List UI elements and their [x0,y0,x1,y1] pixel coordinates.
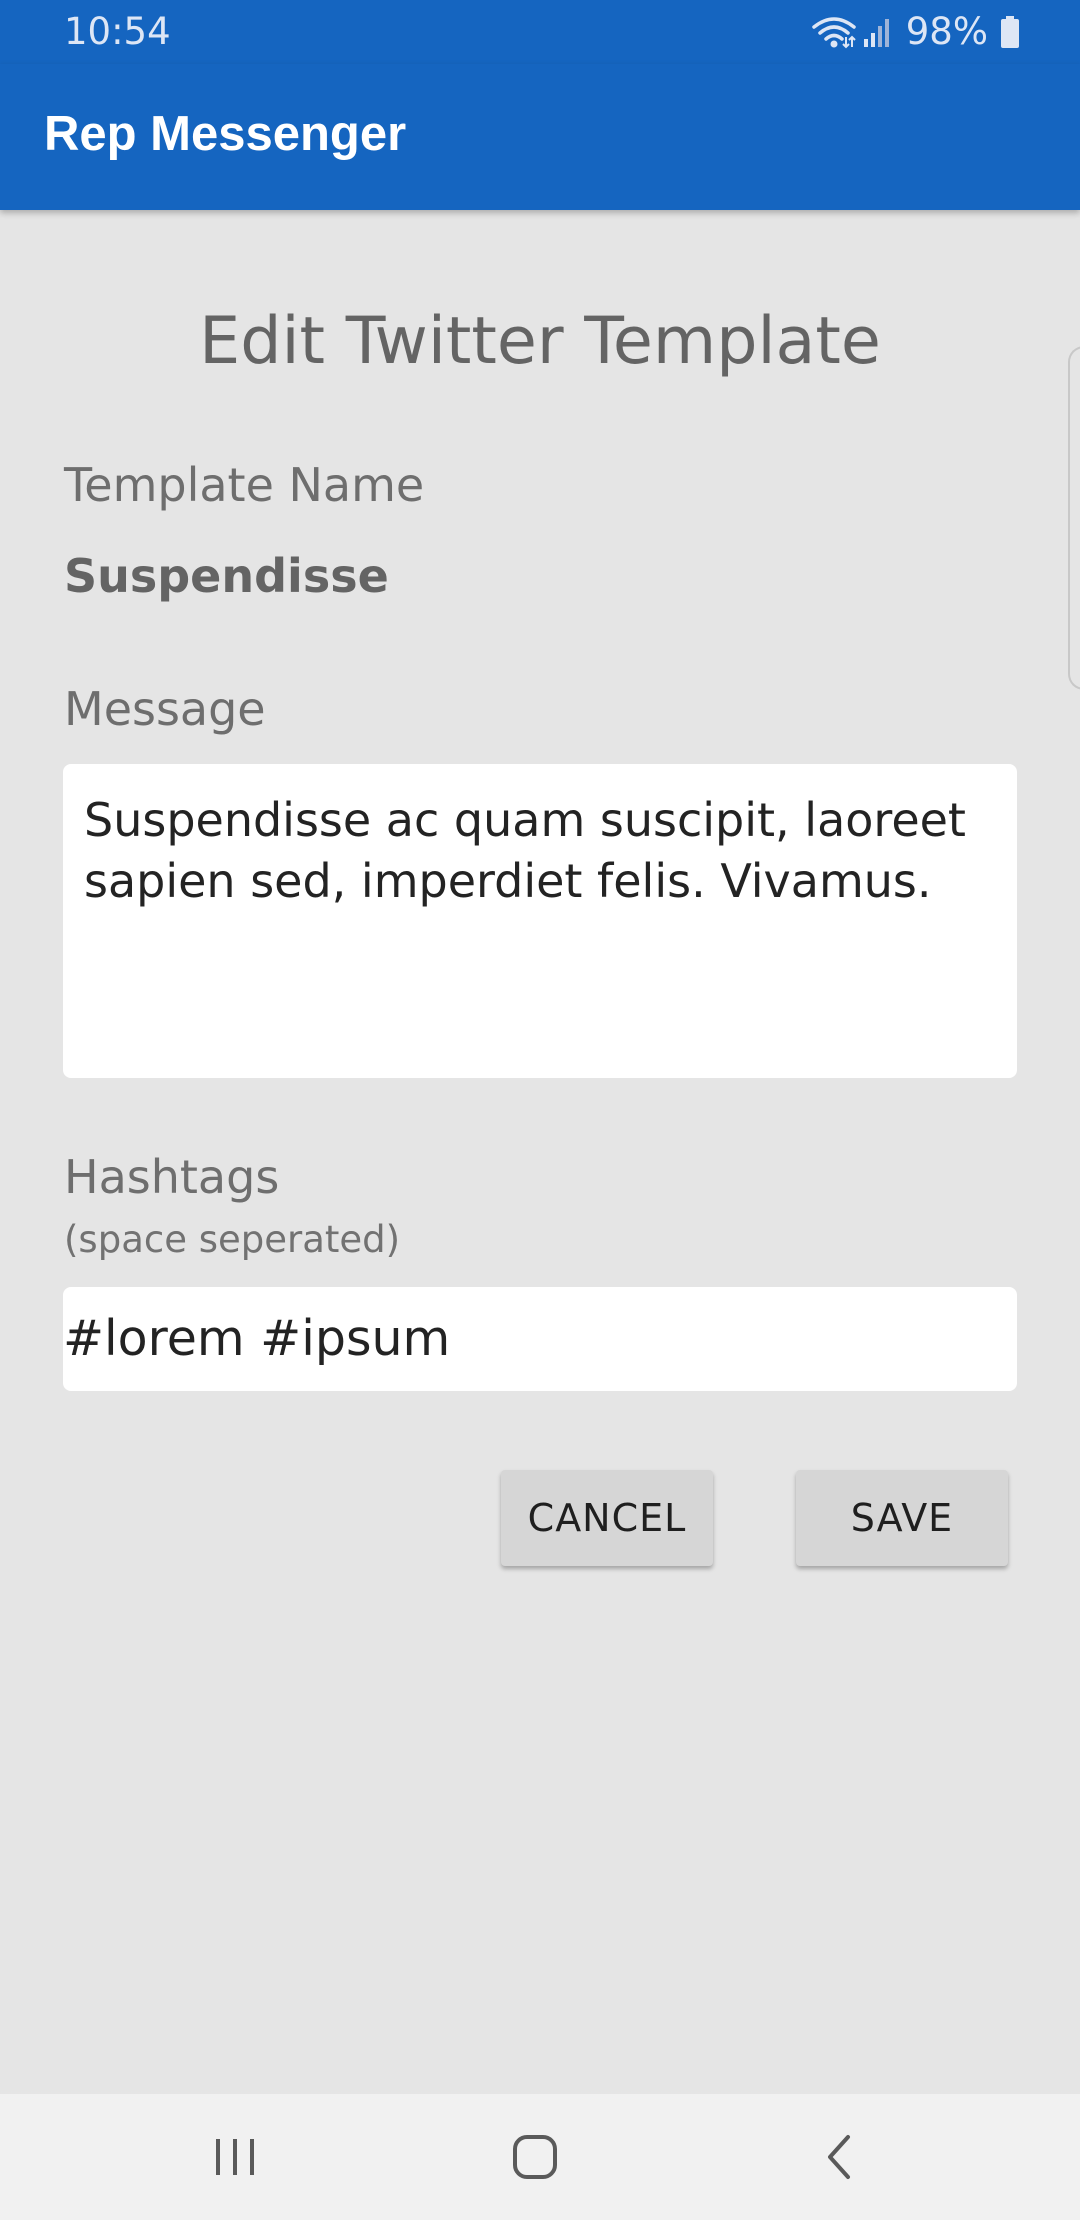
edge-panel-handle[interactable] [1068,346,1080,690]
message-label: Message [64,682,266,736]
hashtags-label: Hashtags [64,1150,280,1204]
status-icons: 98% [812,10,1020,54]
home-icon[interactable] [470,2094,600,2220]
wifi-icon [812,15,856,49]
hashtags-hint: (space seperated) [64,1218,401,1261]
page-title: Edit Twitter Template [199,304,881,379]
battery-icon [1000,15,1020,49]
template-name-value: Suspendisse [64,549,389,603]
status-time: 10:54 [64,10,171,53]
back-icon[interactable] [774,2094,904,2220]
app-title: Rep Messenger [44,107,407,161]
cancel-button[interactable]: CANCEL [501,1470,713,1566]
signal-icon [862,15,894,49]
cancel-button-label: CANCEL [527,1496,687,1540]
status-bar: 10:54 98% [0,0,1080,64]
battery-percent: 98% [905,10,988,53]
recent-apps-icon[interactable] [170,2094,300,2220]
hashtags-input[interactable]: #lorem #ipsum [63,1287,1017,1391]
message-input[interactable]: Suspendisse ac quam suscipit, laoreet sa… [63,764,1017,1078]
save-button-label: SAVE [850,1496,954,1540]
template-name-label: Template Name [64,458,425,512]
save-button[interactable]: SAVE [796,1470,1008,1566]
navigation-bar [0,2094,1080,2220]
app-bar: Rep Messenger [0,64,1080,210]
